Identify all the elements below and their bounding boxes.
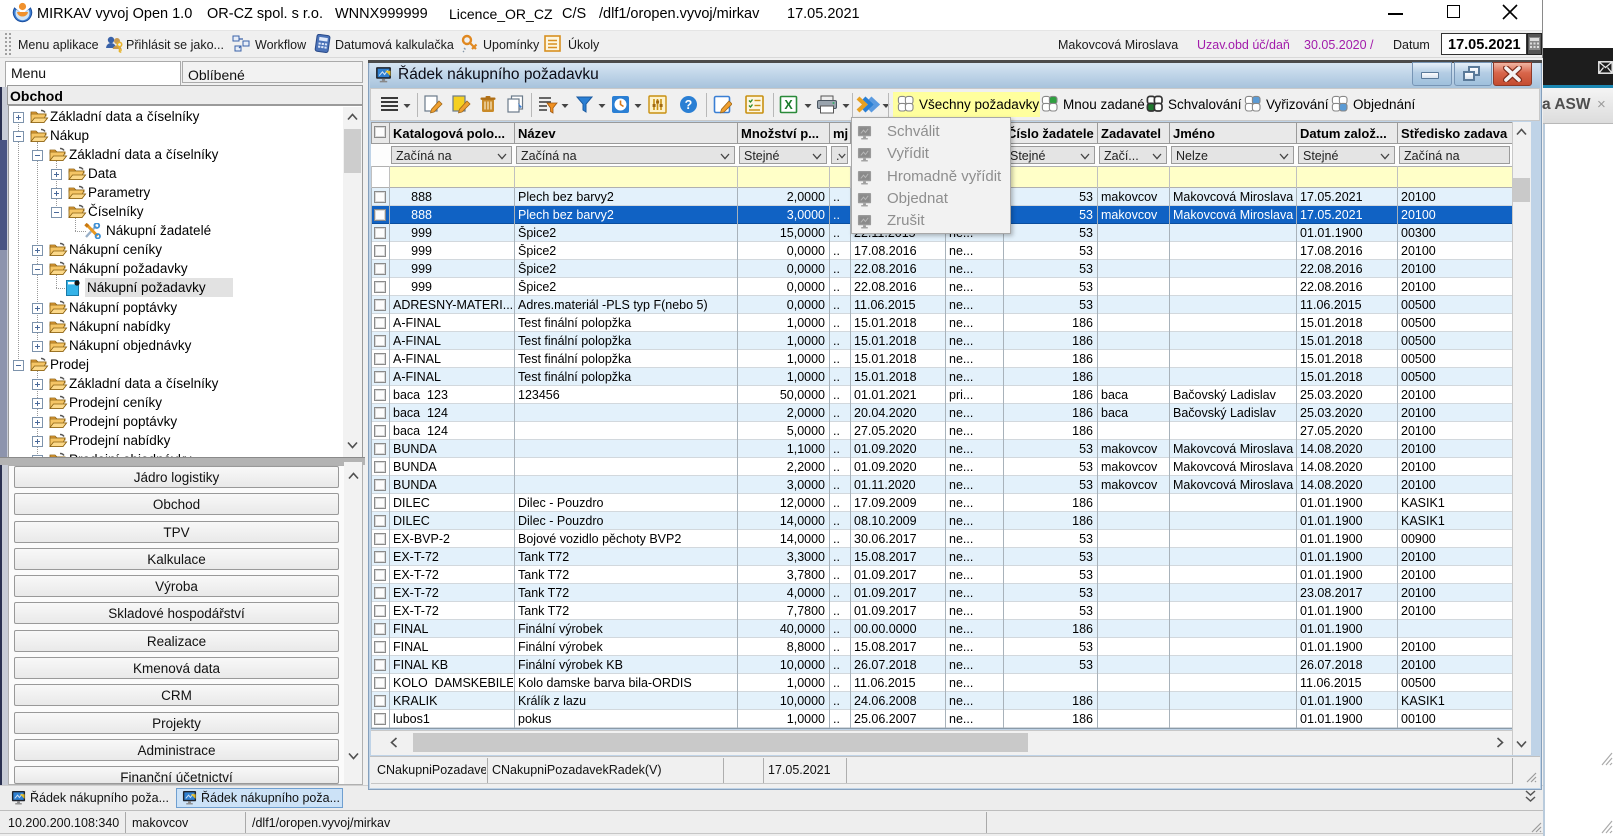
svg-text:?: ?: [685, 98, 693, 112]
svg-text:X: X: [784, 98, 793, 112]
